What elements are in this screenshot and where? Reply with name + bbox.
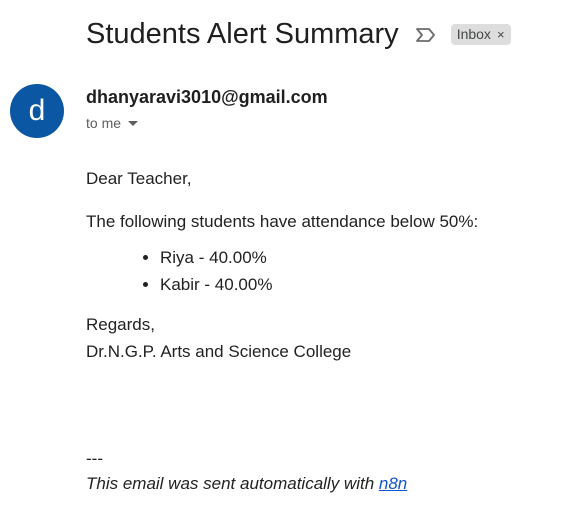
n8n-link[interactable]: n8n: [379, 474, 407, 493]
closing-text: Regards,: [86, 315, 155, 334]
student-list: Riya - 40.00% Kabir - 40.00%: [86, 244, 556, 298]
importance-marker-icon[interactable]: [415, 26, 437, 44]
details-dropdown-icon[interactable]: [128, 120, 139, 126]
label-chip-inbox[interactable]: Inbox ×: [450, 24, 511, 45]
email-subject: Students Alert Summary: [86, 18, 399, 50]
subject-row: Students Alert Summary Inbox ×: [86, 18, 511, 51]
closing-block: Regards, Dr.N.G.P. Arts and Science Coll…: [86, 311, 556, 365]
greeting-text: Dear Teacher,: [86, 169, 192, 188]
avatar: d: [10, 84, 64, 138]
intro-text: The following students have attendance b…: [86, 212, 479, 231]
recipient-label: to me: [86, 115, 122, 131]
signature-text: Dr.N.G.P. Arts and Science College: [86, 342, 352, 361]
signature-divider: ---: [86, 449, 103, 468]
list-item: Kabir - 40.00%: [160, 271, 556, 298]
email-body: Dear Teacher, The following students hav…: [86, 168, 556, 365]
label-chip-text: Inbox: [456, 26, 491, 42]
sender-address[interactable]: dhanyaravi3010@gmail.com: [86, 87, 328, 108]
list-item: Riya - 40.00%: [160, 244, 556, 271]
footer-note: This email was sent automatically with n…: [86, 474, 407, 494]
recipient-row: to me: [86, 115, 139, 131]
remove-label-icon[interactable]: ×: [497, 27, 505, 42]
footer-text: This email was sent automatically with: [86, 474, 379, 493]
